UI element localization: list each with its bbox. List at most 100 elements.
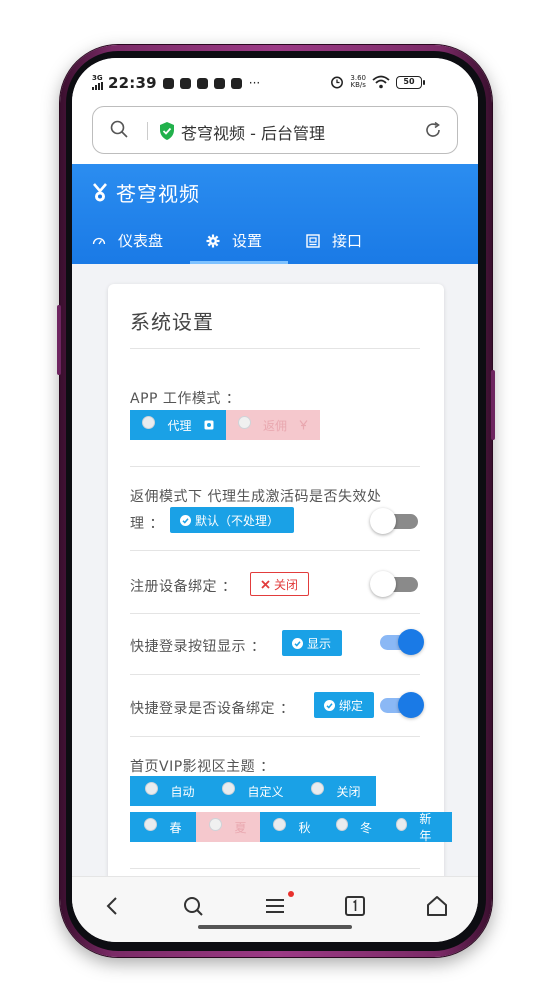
app-mode-option-rebate[interactable]: 返佣	[226, 410, 320, 440]
network-indicator: 3G	[92, 74, 104, 92]
page-title: 苍穹视频 - 后台管理	[181, 124, 325, 143]
check-circle-icon	[292, 637, 303, 649]
power-button	[57, 305, 61, 375]
close-icon	[261, 579, 270, 589]
radio-icon	[145, 781, 159, 795]
menu-notification-dot	[288, 891, 294, 897]
app-mode-segment: 代理 返佣	[130, 410, 320, 440]
tab-settings-label: 设置	[232, 232, 263, 250]
divider	[130, 736, 420, 737]
vip-theme-option-spring[interactable]: 春	[130, 812, 196, 842]
app-mode-label: APP 工作模式 ：	[130, 391, 241, 407]
network-speed: 3.60 KB/s	[350, 74, 366, 89]
yen-icon	[299, 420, 308, 430]
device-bind-badge: 关闭	[250, 572, 310, 596]
active-tab-indicator	[190, 261, 288, 264]
vip-theme-segment-2: 春 夏 秋 冬 新年	[130, 812, 452, 843]
radio-icon	[209, 817, 223, 831]
wechat-icon	[196, 77, 208, 89]
badge-text: 显示	[307, 636, 332, 651]
vip-theme-option-off[interactable]: 关闭	[296, 776, 376, 806]
option-label: 冬	[359, 820, 372, 835]
rebate-code-label: 返佣模式下 代理生成激活码是否失效处	[130, 489, 382, 505]
gear-icon	[206, 234, 220, 247]
app-mode-option-agent[interactable]: 代理	[130, 410, 226, 440]
divider	[130, 550, 420, 551]
vip-theme-option-newyear[interactable]: 新年	[384, 812, 452, 843]
quick-login-bind-label: 快捷登录是否设备绑定 ：	[130, 701, 295, 717]
radio-icon	[222, 781, 236, 795]
vip-theme-segment-1: 自动 自定义 关闭	[130, 776, 376, 806]
address-bar[interactable]: 苍穹视频 - 后台管理	[92, 106, 458, 154]
section-title: 系统设置	[130, 310, 214, 334]
home-icon[interactable]	[426, 895, 448, 917]
vip-theme-label: 首页VIP影视区主题 ：	[130, 759, 275, 775]
vip-theme-option-winter[interactable]: 冬	[324, 812, 384, 842]
shield-icon	[179, 77, 191, 89]
quick-login-bind-badge: 绑定	[314, 692, 374, 718]
tab-api[interactable]: 接口	[306, 230, 362, 251]
option-label: 夏	[234, 820, 247, 835]
brand[interactable]: 苍穹视频	[92, 178, 200, 207]
option-label: 春	[169, 820, 182, 835]
option-label: 代理	[167, 418, 192, 433]
divider	[130, 348, 420, 349]
tab-dashboard[interactable]: 仪表盘	[92, 230, 163, 251]
option-label: 新年	[419, 812, 432, 843]
quick-login-show-toggle[interactable]	[374, 629, 424, 655]
battery-indicator: 50	[396, 75, 425, 89]
device-bind-toggle[interactable]	[370, 571, 418, 597]
quick-login-show-badge: 显示	[282, 630, 342, 656]
badge-text: 默认（不处理）	[195, 513, 280, 528]
check-circle-icon	[180, 514, 191, 526]
menu-icon[interactable]	[264, 895, 286, 917]
tabs-icon[interactable]	[344, 895, 366, 917]
tab-settings[interactable]: 设置	[206, 230, 262, 251]
divider	[130, 674, 420, 675]
reload-icon[interactable]	[423, 120, 443, 140]
vip-theme-option-auto[interactable]: 自动	[130, 776, 210, 806]
settings-card: 系统设置 APP 工作模式 ： 代理 返佣 返佣模式下 代理生成激活码是否失效处…	[108, 284, 452, 904]
option-label: 自动	[170, 784, 195, 799]
rebate-code-badge: 默认（不处理）	[170, 507, 294, 533]
top-nav: 仪表盘 设置 接口	[72, 220, 478, 264]
badge-text: 绑定	[339, 698, 364, 713]
rebate-code-label-cont: 理 ：	[130, 516, 164, 532]
vip-theme-option-custom[interactable]: 自定义	[210, 776, 296, 806]
tab-dashboard-label: 仪表盘	[118, 232, 164, 250]
quick-login-show-label: 快捷登录按钮显示 ：	[130, 639, 266, 655]
radio-icon	[144, 817, 158, 831]
rebate-code-toggle[interactable]	[370, 508, 418, 534]
vip-theme-option-autumn[interactable]: 秋	[260, 812, 324, 842]
search-icon[interactable]	[109, 119, 129, 139]
screen: 3G 22:39 ··· 3.60 KB/s 50 苍穹视频 - 后台管理 苍穹…	[72, 58, 478, 942]
alarm-icon	[331, 76, 344, 89]
back-icon[interactable]	[102, 895, 124, 917]
device-bind-label: 注册设备绑定 ：	[130, 579, 237, 595]
agent-icon	[204, 420, 213, 430]
home-indicator[interactable]	[198, 925, 352, 929]
divider	[130, 868, 420, 869]
address-divider	[147, 122, 148, 140]
radio-icon	[238, 415, 251, 429]
wifi-icon	[372, 75, 390, 89]
quick-login-bind-toggle[interactable]	[374, 692, 424, 718]
secure-shield-icon	[160, 122, 174, 140]
radio-icon	[273, 817, 287, 831]
clock: 22:39	[108, 74, 157, 92]
search-icon[interactable]	[182, 895, 204, 917]
brand-name: 苍穹视频	[116, 182, 200, 206]
radio-icon	[336, 817, 348, 831]
message-icon	[213, 77, 225, 89]
badge-text: 关闭	[274, 577, 299, 592]
option-label: 返佣	[263, 418, 288, 433]
radio-icon	[311, 781, 325, 795]
radio-icon	[142, 415, 156, 429]
cloud-icon	[162, 77, 174, 89]
volume-button	[491, 370, 495, 440]
vip-theme-option-summer[interactable]: 夏	[196, 812, 260, 842]
app-header: 苍穹视频 仪表盘 设置 接口	[72, 164, 478, 264]
option-label: 自定义	[247, 784, 284, 799]
divider	[130, 613, 420, 614]
tab-api-label: 接口	[332, 232, 363, 250]
